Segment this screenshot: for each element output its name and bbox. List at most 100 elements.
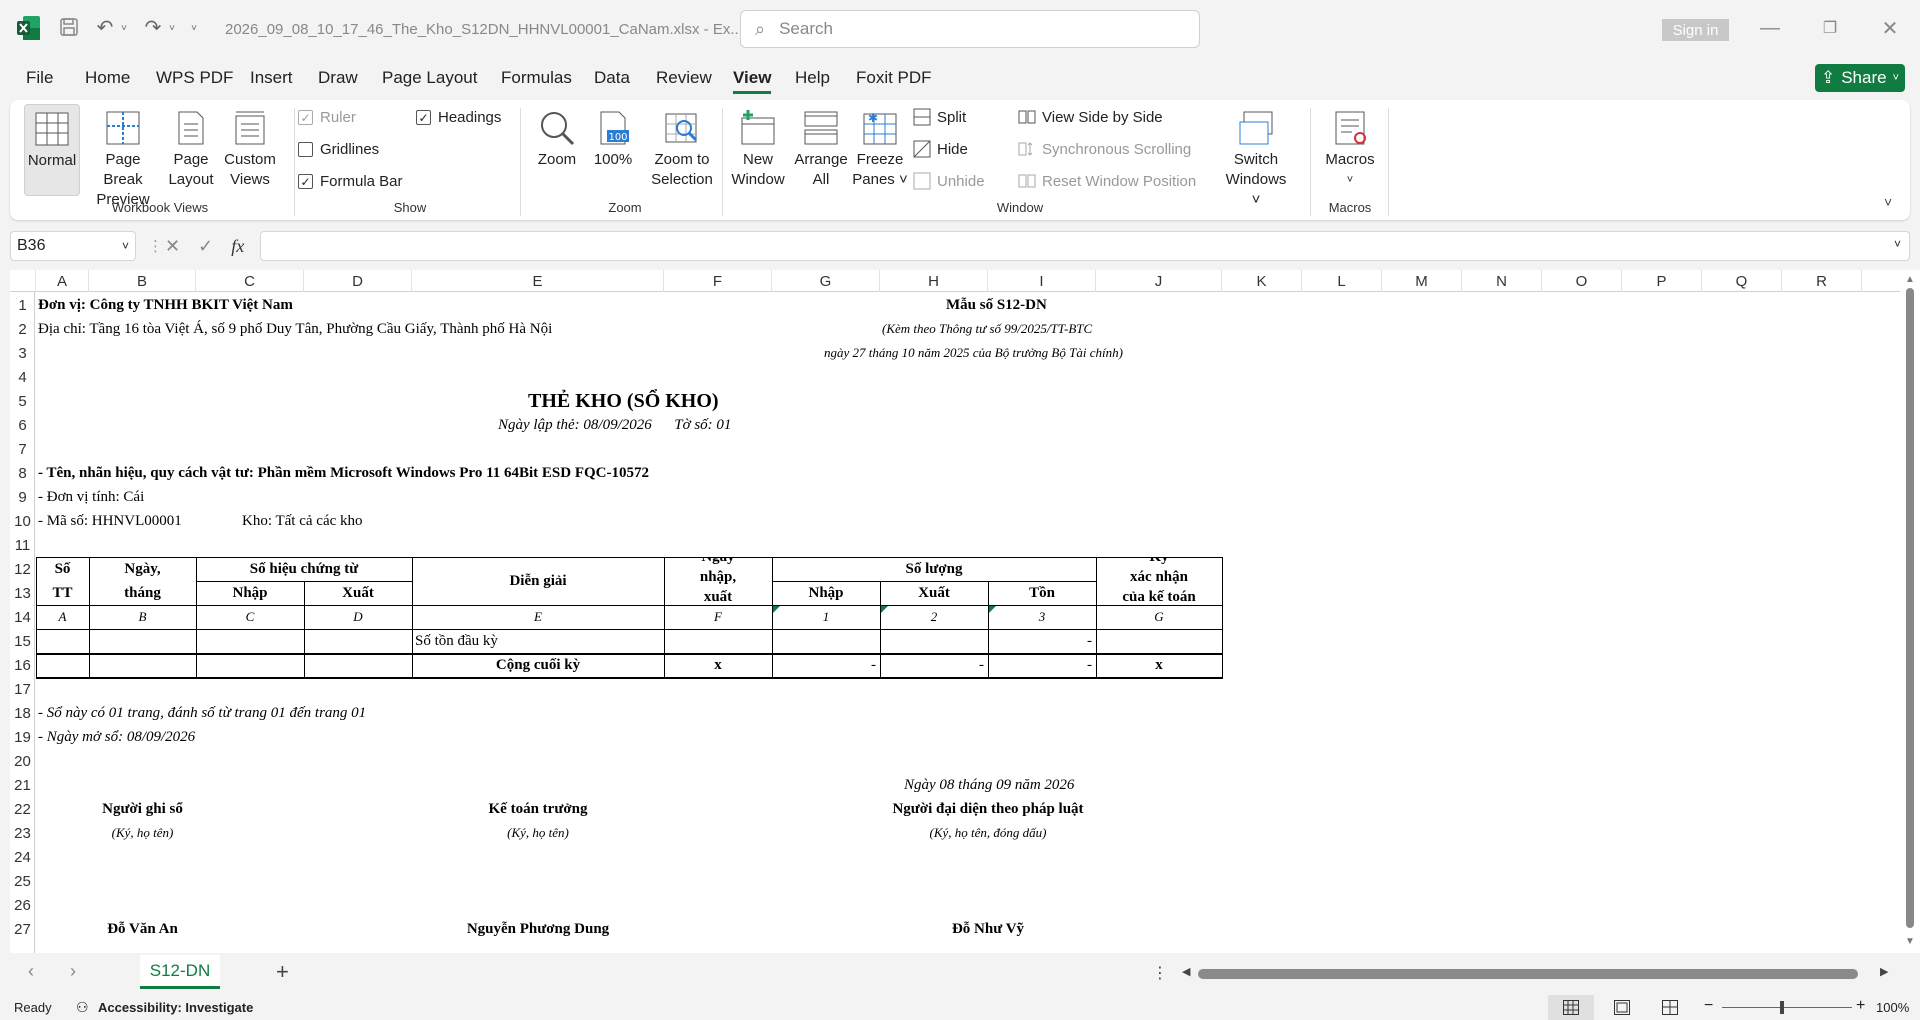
closing-qty-out[interactable]: - [880, 653, 984, 677]
code-cell[interactable]: F [664, 605, 772, 629]
cell-warehouse[interactable]: Kho: Tất cả các kho [242, 509, 363, 533]
header-date-1[interactable]: Ngày, [89, 557, 196, 581]
zoom-slider-thumb[interactable] [1780, 1001, 1784, 1014]
add-sheet-icon[interactable]: + [276, 959, 289, 985]
search-box[interactable]: ⌕ Search [740, 10, 1200, 48]
row-header[interactable]: 27 [10, 917, 35, 941]
hide-button[interactable]: Hide [913, 140, 968, 158]
column-header-M[interactable]: M [1382, 270, 1462, 292]
signer-3-name[interactable]: Đỗ Như Vỹ [880, 917, 1096, 941]
cell-grid[interactable]: Đơn vị: Công ty TNHH BKIT Việt Nam Mẫu s… [36, 293, 1900, 953]
vertical-scroll-thumb[interactable] [1906, 288, 1914, 928]
tab-help[interactable]: Help [795, 68, 830, 88]
header-qty-out[interactable]: Xuất [880, 581, 988, 605]
header-doc-out[interactable]: Xuất [304, 581, 412, 605]
column-header-O[interactable]: O [1542, 270, 1622, 292]
column-header-R[interactable]: R [1782, 270, 1862, 292]
worksheet[interactable]: A B C D E F G H I J K L M N O P Q R 1234… [10, 270, 1910, 953]
row-header[interactable]: 17 [10, 677, 35, 701]
row-header[interactable]: 14 [10, 605, 35, 629]
zoom-level[interactable]: 100% [1876, 1000, 1909, 1015]
row-header[interactable]: 13 [10, 581, 35, 605]
close-icon[interactable]: ✕ [1878, 16, 1902, 40]
signer-2-title[interactable]: Kế toán trưởng [412, 797, 664, 821]
tab-file[interactable]: File [26, 68, 53, 88]
tab-formulas[interactable]: Formulas [501, 68, 572, 88]
column-header-P[interactable]: P [1622, 270, 1702, 292]
scroll-right-icon[interactable]: ▶ [1880, 965, 1888, 978]
code-cell[interactable]: E [412, 605, 664, 629]
signer-2-name[interactable]: Nguyễn Phương Dung [412, 917, 664, 941]
zoom-in-icon[interactable]: + [1856, 997, 1865, 1015]
zoom-to-selection-button[interactable]: Zoom to Selection [646, 108, 718, 190]
tab-home[interactable]: Home [85, 68, 130, 88]
cell-company[interactable]: Đơn vị: Công ty TNHH BKIT Việt Nam [38, 293, 293, 317]
cell-open-date[interactable]: - Ngày mở sổ: 08/09/2026 [38, 725, 195, 749]
column-header-C[interactable]: C [196, 270, 304, 292]
cell-address[interactable]: Địa chỉ: Tầng 16 tòa Việt Á, số 9 phố Du… [38, 317, 552, 341]
row-header[interactable]: 1 [10, 293, 35, 317]
cell-form-number[interactable]: Mẫu số S12-DN [946, 293, 1047, 317]
column-header-K[interactable]: K [1222, 270, 1302, 292]
header-quantity[interactable]: Số lượng [772, 557, 1096, 581]
cell-circular-date[interactable]: ngày 27 tháng 10 năm 2025 của Bộ trưởng … [824, 341, 1123, 365]
row-header[interactable]: 12 [10, 557, 35, 581]
tab-foxit-pdf[interactable]: Foxit PDF [856, 68, 932, 88]
code-cell[interactable]: 1 [772, 605, 880, 629]
cell-sign-date[interactable]: Ngày 08 tháng 09 năm 2026 [904, 773, 1074, 797]
signer-1-name[interactable]: Đỗ Văn An [89, 917, 196, 941]
page-break-view-icon[interactable] [1662, 1000, 1678, 1015]
code-cell[interactable]: G [1096, 605, 1222, 629]
code-cell[interactable]: A [36, 605, 89, 629]
closing-total-label[interactable]: Cộng cuối kỳ [412, 653, 664, 677]
zoom-100-button[interactable]: 100 100% [588, 108, 638, 170]
opening-balance-value[interactable]: - [988, 629, 1092, 653]
normal-view-status-button[interactable] [1548, 995, 1594, 1020]
row-header[interactable]: 5 [10, 389, 35, 413]
zoom-slider[interactable] [1722, 1007, 1852, 1008]
header-stt-2[interactable]: TT [36, 581, 89, 605]
closing-qty-balance[interactable]: - [988, 653, 1092, 677]
tab-insert[interactable]: Insert [250, 68, 293, 88]
cell-item-name[interactable]: - Tên, nhãn hiệu, quy cách vật tư: Phần … [38, 461, 649, 485]
new-window-button[interactable]: New Window [726, 108, 790, 190]
code-cell[interactable]: C [196, 605, 304, 629]
restore-icon[interactable]: ❐ [1818, 16, 1842, 40]
column-header-N[interactable]: N [1462, 270, 1542, 292]
vertical-scrollbar[interactable]: ▲ ▼ [1900, 270, 1920, 953]
tab-review[interactable]: Review [656, 68, 712, 88]
cell-unit[interactable]: - Đơn vị tính: Cái [38, 485, 144, 509]
sign-in-button[interactable]: Sign in [1662, 19, 1729, 41]
column-header-F[interactable]: F [664, 270, 772, 292]
zoom-out-icon[interactable]: − [1704, 997, 1713, 1015]
page-layout-view-icon[interactable] [1614, 1000, 1630, 1015]
horizontal-scroll-thumb[interactable] [1198, 969, 1858, 979]
signer-1-title[interactable]: Người ghi sổ [89, 797, 196, 821]
name-box[interactable]: B36 ˅ [10, 231, 136, 261]
gridlines-checkbox[interactable]: Gridlines [298, 141, 379, 158]
minimize-icon[interactable]: — [1758, 16, 1782, 40]
column-header-G[interactable]: G [772, 270, 880, 292]
header-stt-1[interactable]: Số [36, 557, 89, 581]
row-header[interactable]: 7 [10, 437, 35, 461]
share-button[interactable]: ⇪ Share ˅ [1815, 64, 1905, 92]
unhide-button[interactable]: Unhide [913, 172, 985, 190]
prev-sheet-icon[interactable]: ‹ [28, 961, 34, 982]
row-header[interactable]: 26 [10, 893, 35, 917]
signer-3-title[interactable]: Người đại diện theo pháp luật [880, 797, 1096, 821]
column-header-L[interactable]: L [1302, 270, 1382, 292]
row-header[interactable]: 25 [10, 869, 35, 893]
row-header[interactable]: 11 [10, 533, 35, 557]
row-header[interactable]: 16 [10, 653, 35, 677]
row-header[interactable]: 21 [10, 773, 35, 797]
scroll-up-icon[interactable]: ▲ [1905, 274, 1915, 285]
column-header-I[interactable]: I [988, 270, 1096, 292]
page-layout-button[interactable]: Page Layout [166, 108, 216, 190]
header-document-number[interactable]: Số hiệu chứng từ [196, 557, 412, 581]
next-sheet-icon[interactable]: › [70, 961, 76, 982]
switch-windows-button[interactable]: Switch Windows ˅ [1220, 108, 1292, 210]
row-header[interactable]: 19 [10, 725, 35, 749]
header-accountant-confirm[interactable]: Ký xác nhận của kế toán [1096, 557, 1222, 605]
column-header-H[interactable]: H [880, 270, 988, 292]
row-header[interactable]: 15 [10, 629, 35, 653]
